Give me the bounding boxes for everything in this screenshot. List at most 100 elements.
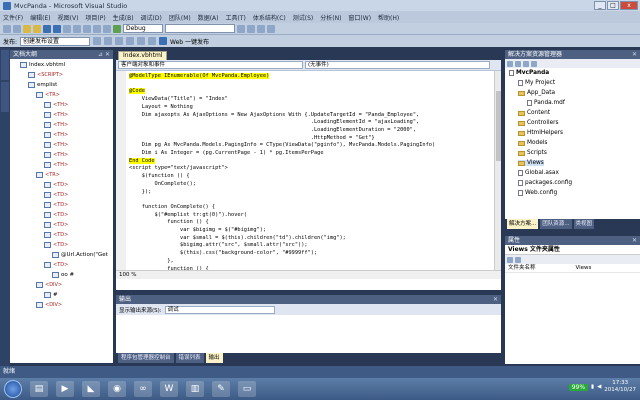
outline-node[interactable]: <TH>: [44, 162, 68, 168]
comment-icon[interactable]: [137, 37, 146, 45]
solution-node[interactable]: My Project: [518, 80, 555, 86]
outline-node[interactable]: <TR>: [36, 172, 60, 178]
paste-icon[interactable]: [83, 24, 91, 33]
solution-node[interactable]: HtmlHelpers: [518, 130, 563, 136]
property-value[interactable]: Views: [573, 264, 640, 272]
visual-studio-taskbar-icon[interactable]: ∞: [134, 381, 152, 397]
outline-node[interactable]: @Url.Action("Get: [52, 252, 108, 258]
menu-item[interactable]: 生成(B): [113, 13, 134, 22]
menu-item[interactable]: 调试(D): [141, 13, 162, 22]
solution-node[interactable]: Scripts: [518, 150, 547, 156]
menu-item[interactable]: 工具(T): [226, 13, 246, 22]
solution-explorer-icon[interactable]: [267, 24, 275, 33]
outline-node[interactable]: <TH>: [44, 112, 68, 118]
solution-node[interactable]: Controllers: [518, 120, 559, 126]
word-icon[interactable]: W: [160, 381, 178, 397]
tab-index-vbhtml[interactable]: Index.vbhtml: [118, 51, 168, 60]
back-icon[interactable]: [3, 24, 11, 33]
save-all-icon[interactable]: [53, 24, 61, 33]
outline-node[interactable]: emplist: [28, 82, 57, 88]
outline-node[interactable]: <DIV>: [36, 282, 62, 288]
battery-indicator[interactable]: 99%: [568, 383, 589, 391]
menu-item[interactable]: 数据(A): [198, 13, 219, 22]
solution-node[interactable]: packages.config: [518, 180, 572, 186]
bottom-tab[interactable]: 输出: [205, 353, 223, 363]
solution-node[interactable]: Web.config: [518, 190, 557, 196]
outline-node[interactable]: <DIV>: [36, 302, 62, 308]
solution-node[interactable]: Content: [518, 110, 550, 116]
outdent-icon[interactable]: [126, 37, 135, 45]
outline-node[interactable]: <TR>: [36, 92, 60, 98]
maximize-button[interactable]: □: [607, 1, 619, 10]
explorer-icon[interactable]: ▤: [30, 381, 48, 397]
forward-icon[interactable]: [13, 24, 21, 33]
save-icon[interactable]: [43, 24, 51, 33]
outline-node[interactable]: <TD>: [44, 182, 68, 188]
outline-node[interactable]: <TD>: [44, 202, 68, 208]
solution-tab[interactable]: 团队资源...: [540, 219, 572, 229]
undo-icon[interactable]: [93, 24, 101, 33]
server-explorer-tab[interactable]: [1, 50, 9, 80]
bottom-tab[interactable]: 错误列表: [175, 353, 204, 363]
network-icon[interactable]: ▮: [591, 384, 594, 390]
find-combo[interactable]: [165, 24, 235, 33]
show-all-files-icon[interactable]: [515, 60, 521, 67]
media-player-icon[interactable]: ▶: [56, 381, 74, 397]
output-close-icon[interactable]: ✕: [493, 295, 498, 304]
redo-icon[interactable]: [103, 24, 111, 33]
menu-item[interactable]: 团队(M): [169, 13, 191, 22]
solution-node[interactable]: Panda.mdf: [527, 100, 565, 106]
menu-item[interactable]: 测试(S): [293, 13, 314, 22]
tools-icon[interactable]: ✎: [212, 381, 230, 397]
toolbox-icon[interactable]: [257, 24, 265, 33]
pin-icon[interactable]: ⊿ ✕: [98, 50, 110, 59]
properties-icon[interactable]: [507, 60, 513, 67]
vertical-scrollbar[interactable]: [494, 71, 501, 270]
copy-icon[interactable]: [73, 24, 81, 33]
view-code-icon[interactable]: [531, 60, 537, 67]
open-file-icon[interactable]: [33, 24, 41, 33]
web-publish-icon[interactable]: [159, 37, 168, 45]
browser-icon[interactable]: ◉: [108, 381, 126, 397]
outline-node[interactable]: Index.vbhtml: [20, 62, 65, 68]
bottom-tab[interactable]: 程序包管理器控制台: [118, 353, 174, 363]
zoom-level[interactable]: 100 %: [119, 271, 136, 279]
start-debug-icon[interactable]: [113, 24, 121, 33]
solution-node[interactable]: MvcPanda: [509, 70, 549, 76]
find-icon[interactable]: [237, 24, 245, 33]
web-publish-label[interactable]: Web 一键发布: [170, 37, 209, 46]
toolbox-tab[interactable]: [1, 82, 9, 112]
outline-node[interactable]: <TH>: [44, 132, 68, 138]
object-dropdown[interactable]: 客户端对象和事件: [118, 61, 303, 69]
output-source-dropdown[interactable]: 调试: [164, 305, 275, 314]
minimize-button[interactable]: _: [594, 1, 606, 10]
outline-node[interactable]: <TD>: [44, 262, 68, 268]
outline-node[interactable]: <TH>: [44, 122, 68, 128]
solution-close-icon[interactable]: ✕: [632, 50, 637, 59]
alphabetical-icon[interactable]: [515, 256, 521, 263]
outline-node[interactable]: <TD>: [44, 192, 68, 198]
code-area[interactable]: @ModelType IEnumerable(Of MvcPanda.Emplo…: [116, 71, 501, 270]
menu-item[interactable]: 文件(F): [3, 13, 23, 22]
menu-item[interactable]: 帮助(H): [378, 13, 399, 22]
solution-node[interactable]: App_Data: [518, 90, 555, 96]
clock[interactable]: 17:33 2014/10/27: [604, 380, 636, 394]
publish-profile-combo[interactable]: 创建发布设置: [20, 36, 91, 46]
outline-node[interactable]: <TH>: [44, 102, 68, 108]
menu-item[interactable]: 视图(V): [58, 13, 79, 22]
solution-node[interactable]: Global.asax: [518, 170, 559, 176]
event-dropdown[interactable]: (无事件): [305, 61, 490, 69]
solution-tab[interactable]: 解决方案...: [507, 219, 539, 229]
solution-node[interactable]: Models: [518, 140, 547, 146]
outline-node[interactable]: oo #: [52, 272, 74, 278]
categorized-icon[interactable]: [507, 256, 513, 263]
outline-node[interactable]: <TH>: [44, 152, 68, 158]
new-project-icon[interactable]: [23, 24, 31, 33]
menu-item[interactable]: 窗口(W): [348, 13, 371, 22]
outline-node[interactable]: <TD>: [44, 212, 68, 218]
menu-item[interactable]: 编辑(E): [30, 13, 50, 22]
publish-settings-icon[interactable]: [93, 37, 102, 45]
properties-close-icon[interactable]: ✕: [632, 236, 637, 245]
menu-item[interactable]: 项目(P): [85, 13, 105, 22]
indent-icon[interactable]: [115, 37, 124, 45]
